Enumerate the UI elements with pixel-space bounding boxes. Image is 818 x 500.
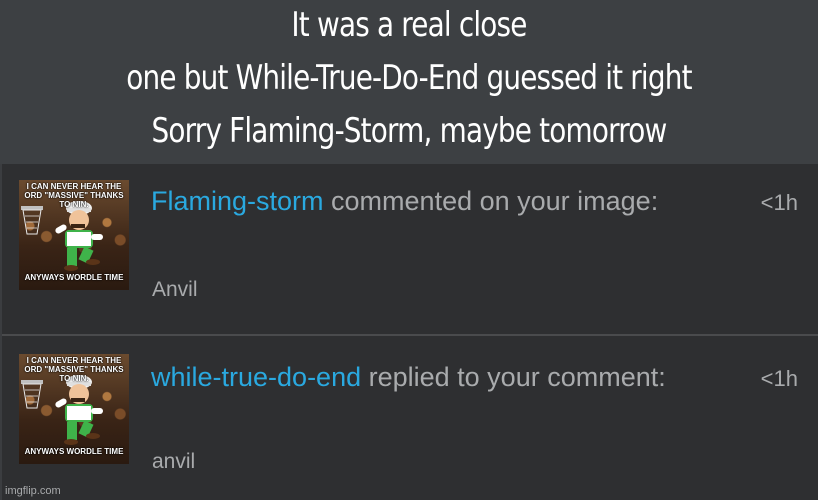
notification-message: Flaming-storm commented on your image:	[151, 184, 711, 219]
avatar-top-text: I CAN NEVER HEAR THE ORD "MASSIVE" THANK…	[24, 182, 124, 209]
comment-text: anvil	[152, 450, 196, 473]
timestamp: <1h	[760, 190, 798, 215]
comment-text: Anvil	[152, 278, 198, 301]
timestamp: <1h	[760, 366, 798, 391]
watermark: imgflip.com	[5, 485, 61, 497]
avatar-top-text: I CAN NEVER HEAR THE ORD "MASSIVE" THANK…	[24, 356, 124, 383]
notification-message: while-true-do-end replied to your commen…	[151, 360, 711, 395]
avatar[interactable]: I CAN NEVER HEAR THE ORD "MASSIVE" THANK…	[19, 354, 129, 464]
username-link[interactable]: while-true-do-end	[151, 362, 361, 392]
caption-line-1: It was a real close	[291, 5, 527, 45]
notification-list: I CAN NEVER HEAR THE ORD "MASSIVE" THANK…	[2, 164, 818, 500]
avatar-bottom-text: ANYWAYS WORDLE TIME	[24, 273, 124, 282]
basketball-hoop-icon	[21, 380, 43, 409]
avatar[interactable]: I CAN NEVER HEAR THE ORD "MASSIVE" THANK…	[19, 180, 129, 290]
notification-action: commented on your image:	[323, 186, 659, 216]
username-link[interactable]: Flaming-storm	[151, 186, 324, 216]
notification-action: replied to your comment:	[361, 362, 666, 392]
notification-item[interactable]: I CAN NEVER HEAR THE ORD "MASSIVE" THANK…	[2, 336, 818, 500]
notification-item[interactable]: I CAN NEVER HEAR THE ORD "MASSIVE" THANK…	[2, 164, 818, 336]
caption-line-2: one but While-True-Do-End guessed it rig…	[126, 58, 692, 98]
meme-caption: It was a real close one but While-True-D…	[0, 0, 818, 164]
caption-line-3: Sorry Flaming-Storm, maybe tomorrow	[151, 111, 668, 151]
avatar-bottom-text: ANYWAYS WORDLE TIME	[24, 447, 124, 456]
basketball-hoop-icon	[21, 206, 43, 235]
